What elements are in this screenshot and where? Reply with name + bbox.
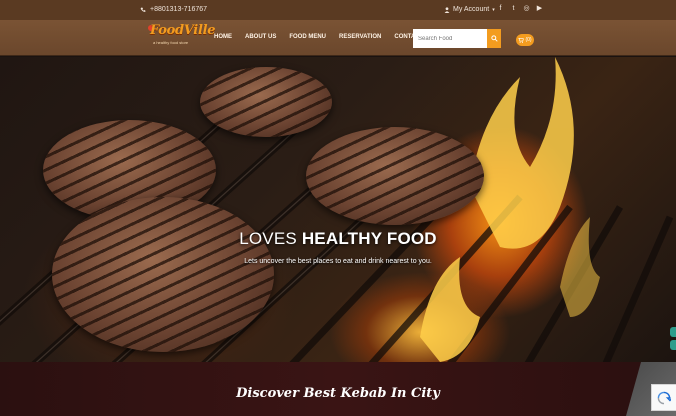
caret-down-icon: ▾ (492, 6, 495, 13)
cart-icon (518, 37, 525, 43)
top-bar: +8801313-716767 My Account ▾ f t ◎ ▶ (0, 0, 676, 20)
search-icon (490, 35, 498, 42)
chat-icon[interactable] (670, 340, 676, 350)
nav-item-about-us[interactable]: ABOUT US (245, 34, 276, 40)
burger-patty (306, 127, 484, 225)
recaptcha-icon (657, 391, 671, 404)
nav-menu: HOME ABOUT US FOOD MENU RESERVATION CONT… (214, 34, 446, 40)
phone-number: +8801313-716767 (150, 6, 208, 13)
social-links: f t ◎ ▶ (497, 5, 543, 13)
cart-count: (0) (525, 37, 532, 43)
facebook-icon[interactable]: f (497, 5, 504, 13)
hero-title-light: LOVES (239, 229, 302, 248)
burger-patty (200, 67, 332, 137)
my-account-menu[interactable]: My Account ▾ (444, 6, 495, 13)
whatsapp-icon[interactable] (670, 327, 676, 337)
hero-title-bold: HEALTHY FOOD (301, 229, 437, 248)
section-banner: Discover Best Kebab In City (0, 362, 676, 416)
phone-contact[interactable]: +8801313-716767 (140, 6, 207, 13)
nav-item-food-menu[interactable]: FOOD MENU (289, 34, 326, 40)
twitter-icon[interactable]: t (510, 5, 517, 13)
nav-item-reservation[interactable]: RESERVATION (339, 34, 381, 40)
nav-item-home[interactable]: HOME (214, 34, 232, 40)
search-form (413, 29, 501, 48)
hero-banner: LOVES HEALTHY FOOD Lets uncover the best… (0, 57, 676, 362)
site-logo[interactable]: FoodVille a healthy food store (148, 23, 216, 49)
user-icon (444, 6, 450, 13)
main-navbar: FoodVille a healthy food store HOME ABOU… (0, 20, 676, 56)
recaptcha-badge[interactable] (651, 384, 676, 411)
youtube-icon[interactable]: ▶ (536, 5, 543, 13)
logo-brand-name: FoodVille (150, 23, 216, 38)
hero-subtitle: Lets uncover the best places to eat and … (244, 258, 432, 265)
side-floating-tabs (670, 327, 676, 353)
section-title: Discover Best Kebab In City (236, 386, 440, 401)
logo-tagline: a healthy food store (153, 40, 189, 45)
cart-button[interactable]: (0) (516, 34, 534, 46)
my-account-label: My Account (453, 6, 490, 13)
instagram-icon[interactable]: ◎ (523, 5, 530, 13)
search-input[interactable] (413, 29, 487, 48)
hero-title: LOVES HEALTHY FOOD (0, 229, 676, 249)
search-button[interactable] (487, 29, 501, 48)
burger-patty (52, 197, 274, 352)
phone-icon (140, 7, 146, 12)
